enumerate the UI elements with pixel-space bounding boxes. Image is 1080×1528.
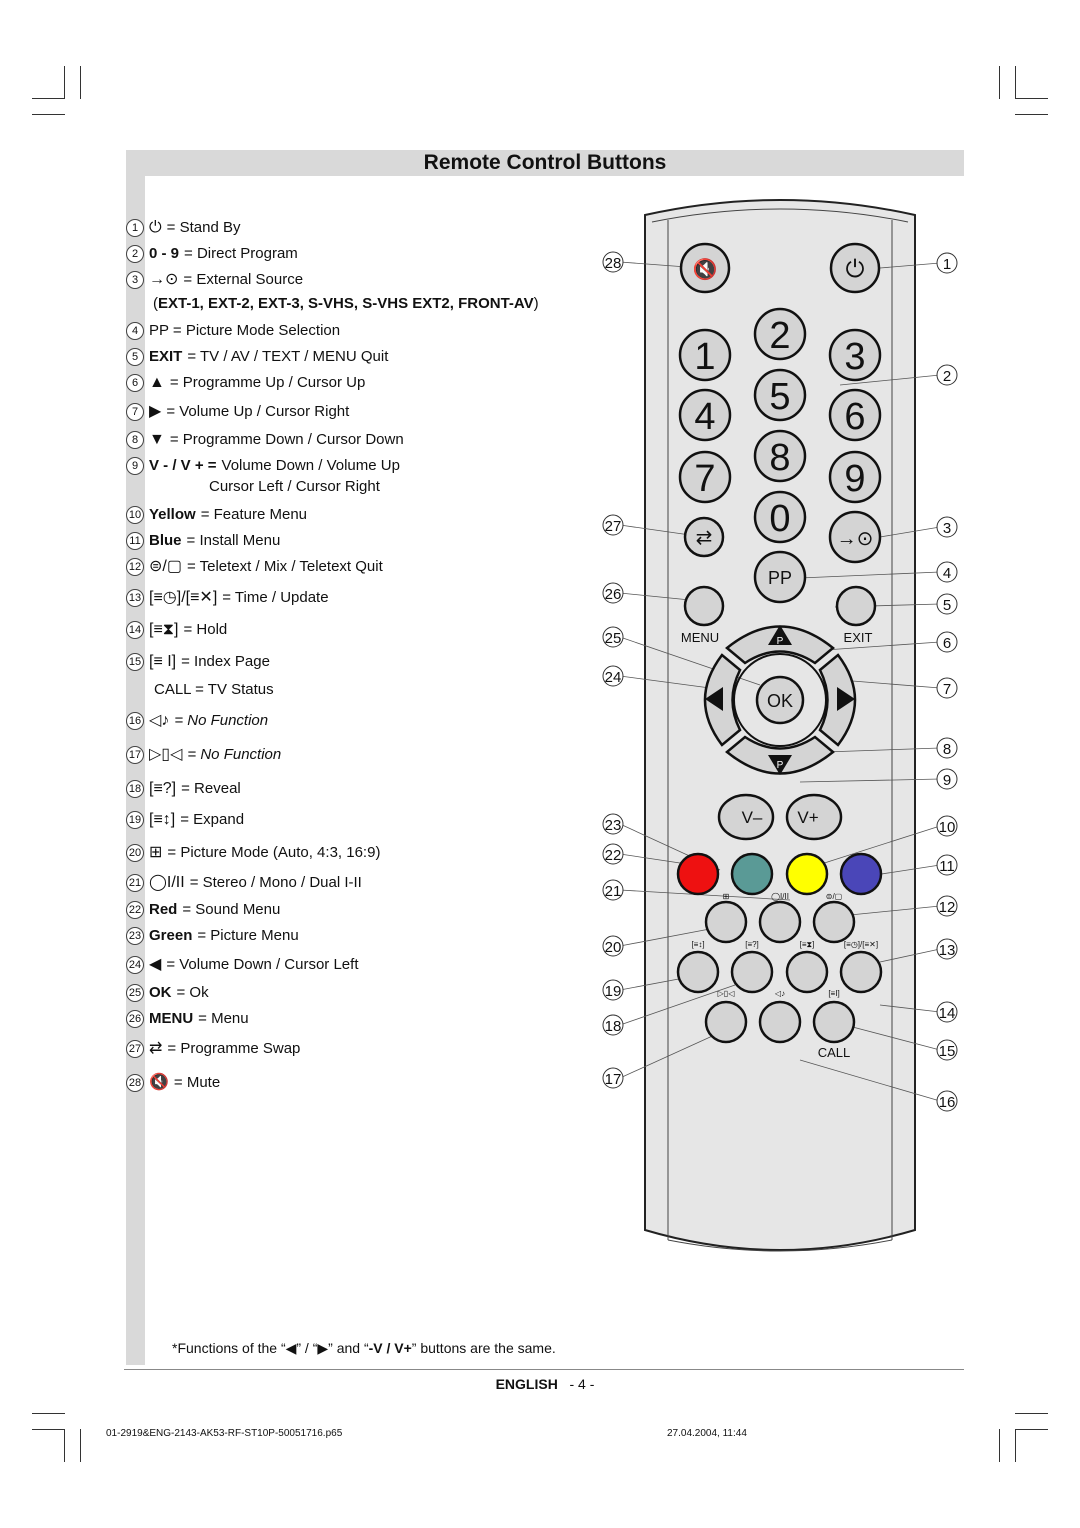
- callout-number: 26: [605, 586, 622, 603]
- footnote-text-end: ” buttons are the same.: [411, 1340, 556, 1356]
- callout-number: 3: [943, 520, 951, 537]
- callout-number: 10: [939, 819, 956, 836]
- callout-number: 2: [943, 368, 951, 385]
- index-button[interactable]: [812, 1000, 856, 1044]
- menu-label: MENU: [681, 630, 719, 645]
- callout-number: 14: [939, 1005, 956, 1022]
- hold-icon: [≡⧗]: [800, 940, 815, 949]
- p-label: P: [777, 636, 784, 647]
- time-update-button[interactable]: [839, 950, 883, 994]
- mute-icon: 🔇: [693, 257, 718, 281]
- callout-number: 15: [939, 1043, 956, 1060]
- callout-number: 22: [605, 847, 622, 864]
- remote-control-diagram: 1234567891011121314151628272625242322212…: [602, 199, 958, 1252]
- callout-number: 21: [605, 883, 622, 900]
- file-name: 01-2919&ENG-2143-AK53-RF-ST10P-50051716.…: [106, 1428, 343, 1439]
- callout-number: 6: [943, 635, 951, 652]
- callout-number: 20: [605, 939, 622, 956]
- reveal-icon: [≡?]: [745, 940, 759, 949]
- digit-label: 5: [769, 376, 790, 418]
- exit-button[interactable]: [835, 585, 877, 627]
- expand-icon: [≡↕]: [691, 940, 704, 949]
- callout-number: 8: [943, 741, 951, 758]
- callout-number: 18: [605, 1018, 622, 1035]
- callout-number: 12: [939, 899, 956, 916]
- callout-number: 16: [939, 1094, 956, 1111]
- teletext-button[interactable]: [812, 900, 856, 944]
- teletext-icon: ⊜/▢: [826, 892, 842, 901]
- callout-number: 27: [605, 518, 622, 535]
- callout-number: 7: [943, 681, 951, 698]
- callout-number: 23: [605, 817, 622, 834]
- volume-up-label: V+: [797, 808, 818, 827]
- digit-label: 6: [844, 396, 865, 438]
- callout-number: 28: [605, 255, 622, 272]
- index-icon: [≡I]: [828, 989, 839, 998]
- print-date: 27.04.2004, 11:44: [667, 1428, 747, 1439]
- callout-number: 9: [943, 772, 951, 789]
- footnote: *Functions of the “◀” / “▶” and “-V / V+…: [172, 1340, 556, 1357]
- callout-number: 25: [605, 630, 622, 647]
- digit-label: 2: [769, 315, 790, 357]
- callout-number: 13: [939, 942, 956, 959]
- ok-label: OK: [767, 691, 793, 711]
- footnote-bold: -V / V+: [368, 1340, 412, 1356]
- red-button[interactable]: [676, 852, 720, 896]
- menu-button[interactable]: [683, 585, 725, 627]
- callout-number: 11: [939, 858, 955, 875]
- yellow-button[interactable]: [785, 852, 829, 896]
- hold-button[interactable]: [785, 950, 829, 994]
- surround-button[interactable]: [704, 1000, 748, 1044]
- call-label: CALL: [818, 1045, 851, 1060]
- digit-label: 9: [844, 458, 865, 500]
- callout-number: 24: [605, 669, 622, 686]
- callout-number: 17: [605, 1071, 622, 1088]
- page-number: - 4 -: [569, 1376, 595, 1392]
- callout-number: 4: [943, 565, 951, 582]
- volume-down-label: V–: [742, 808, 763, 827]
- reveal-button[interactable]: [730, 950, 774, 994]
- page-footer: ENGLISH - 4 -: [0, 1376, 1080, 1392]
- time-update-icon: [≡◷]/[≡✕]: [844, 940, 878, 949]
- callout-number: 1: [943, 256, 951, 273]
- pp-label: PP: [768, 568, 792, 588]
- picture-mode-icon: ⊞: [723, 892, 730, 901]
- footnote-text: *Functions of the “◀” / “▶” and “: [172, 1340, 369, 1356]
- stereo-button[interactable]: [758, 900, 802, 944]
- surround-icon: ▷▯◁: [718, 989, 736, 998]
- language-label: ENGLISH: [495, 1376, 558, 1392]
- digit-label: 8: [769, 437, 790, 479]
- sound-icon: ◁♪: [775, 989, 785, 998]
- digit-label: 3: [844, 336, 865, 378]
- callout-number: 19: [605, 983, 622, 1000]
- callout-number: 5: [943, 597, 951, 614]
- stereo-icon: ◯I/II: [771, 892, 789, 901]
- sound-button[interactable]: [758, 1000, 802, 1044]
- digit-label: 7: [694, 458, 715, 500]
- expand-button[interactable]: [676, 950, 720, 994]
- digit-label: 0: [769, 498, 790, 540]
- green-button[interactable]: [730, 852, 774, 896]
- p-label: P: [777, 760, 784, 771]
- power-icon: ⏻: [846, 256, 865, 283]
- blue-button[interactable]: [839, 852, 883, 896]
- divider: [124, 1369, 964, 1370]
- picture-mode-button[interactable]: [704, 900, 748, 944]
- exit-label: EXIT: [844, 630, 873, 645]
- programme-swap-icon: ⇄: [696, 527, 713, 549]
- external-source-icon: →⊙: [837, 528, 874, 550]
- digit-label: 4: [694, 396, 715, 438]
- digit-label: 1: [694, 336, 715, 378]
